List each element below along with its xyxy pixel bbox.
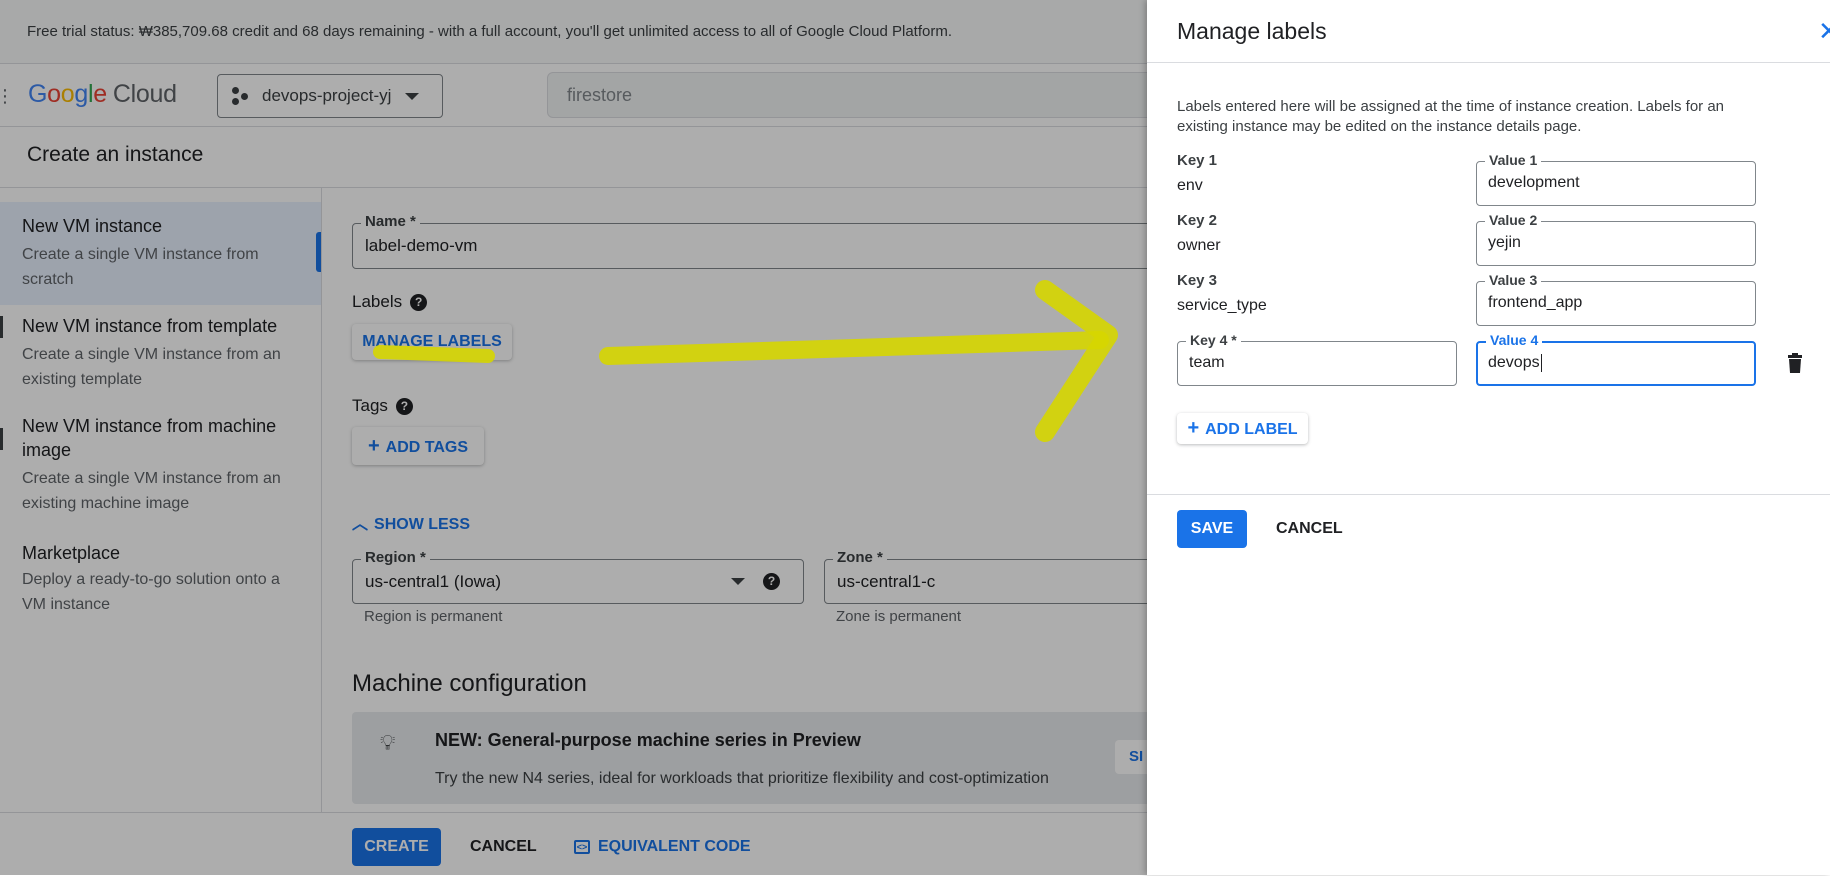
close-icon[interactable]: ✕ [1818, 16, 1830, 47]
add-label-text: ADD LABEL [1205, 421, 1298, 438]
panel-divider [1147, 494, 1830, 495]
modal-scrim[interactable] [0, 0, 1147, 875]
key-label: Key 3 [1177, 272, 1218, 289]
label-key-1: Key 1 env [1177, 152, 1217, 195]
key-text: team [1189, 354, 1225, 371]
value-text: frontend_app [1488, 294, 1583, 311]
value-text: development [1488, 174, 1580, 191]
value-label: Value 2 [1485, 212, 1542, 228]
key-value: service_type [1177, 297, 1267, 314]
delete-icon[interactable] [1787, 353, 1803, 373]
key-value: owner [1177, 237, 1221, 254]
value-text-content: devops [1488, 354, 1540, 372]
key-label: Key 2 [1177, 212, 1218, 229]
panel-title: Manage labels [1177, 18, 1327, 44]
label-value-3-input[interactable]: Value 3 frontend_app [1476, 272, 1756, 326]
key-label: Key 1 [1177, 152, 1218, 169]
label-key-2: Key 2 owner [1177, 212, 1221, 255]
panel-description: Labels entered here will be assigned at … [1177, 98, 1725, 135]
label-key-3: Key 3 service_type [1177, 272, 1267, 315]
save-button[interactable]: SAVE [1177, 510, 1247, 548]
value-text: devops [1488, 354, 1542, 372]
panel-cancel-button[interactable]: CANCEL [1276, 520, 1343, 538]
key-label: Key 4 * [1186, 332, 1241, 348]
label-value-1-input[interactable]: Value 1 development [1476, 152, 1756, 206]
value-label: Value 1 [1485, 152, 1542, 168]
label-value-4-input[interactable]: Value 4 devops [1476, 332, 1756, 386]
text-caret [1540, 354, 1542, 372]
value-text: yejin [1488, 234, 1521, 251]
value-label: Value 4 [1486, 332, 1543, 348]
key-value: env [1177, 177, 1203, 194]
label-value-2-input[interactable]: Value 2 yejin [1476, 212, 1756, 266]
add-label-button[interactable]: + ADD LABEL [1177, 413, 1308, 444]
value-label: Value 3 [1485, 272, 1542, 288]
label-key-4-input[interactable]: Key 4 * team [1177, 332, 1457, 386]
plus-icon: + [1187, 417, 1200, 439]
